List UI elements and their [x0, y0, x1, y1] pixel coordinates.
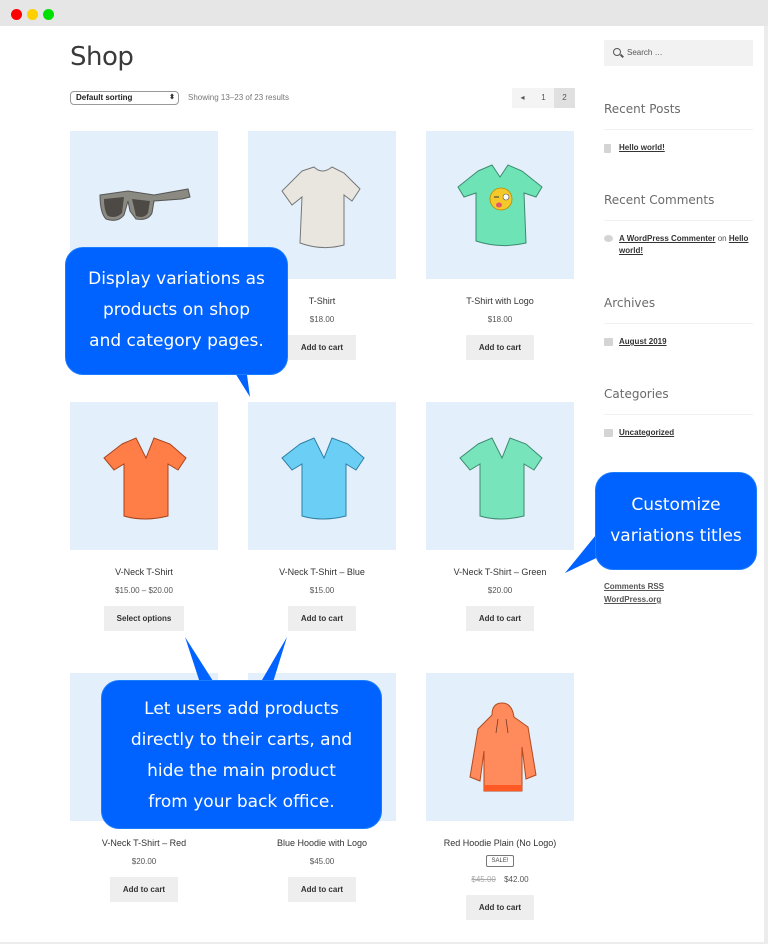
- vneck-tshirt-icon: [103, 437, 187, 520]
- callout-line: products on shop: [102, 300, 251, 320]
- pagination-prev-button[interactable]: ◂: [512, 88, 533, 108]
- product-image[interactable]: [248, 402, 396, 550]
- pagination: ◂ 1 2: [512, 88, 575, 108]
- meta-links: Comments RSS WordPress.org: [604, 582, 664, 608]
- product-price: $45.00 $42.00: [426, 875, 574, 884]
- wordpress-org-link[interactable]: WordPress.org: [604, 595, 664, 604]
- category-link[interactable]: Uncategorized: [619, 428, 674, 437]
- product-image[interactable]: [70, 402, 218, 550]
- callout-line: hide the main product: [147, 761, 336, 781]
- product-price: $20.00: [487, 586, 513, 595]
- original-price: $45.00: [471, 875, 496, 884]
- widget-title: Recent Comments: [604, 193, 753, 221]
- product-name[interactable]: Blue Hoodie with Logo: [248, 838, 396, 848]
- sorting-select[interactable]: Default sorting ⬍: [70, 91, 179, 105]
- hoodie-icon: [469, 702, 537, 792]
- add-to-cart-button[interactable]: Add to cart: [109, 877, 179, 902]
- search-input[interactable]: Search …: [604, 40, 753, 66]
- product-image[interactable]: [426, 402, 574, 550]
- product-card: T-Shirt with Logo $18.00 Add to cart: [426, 131, 574, 360]
- archive-link[interactable]: August 2019: [619, 337, 667, 346]
- maximize-window-button[interactable]: [43, 9, 54, 20]
- product-price: $18.00: [487, 315, 513, 324]
- sale-price: $42.00: [504, 875, 529, 884]
- add-to-cart-button[interactable]: Add to cart: [287, 877, 357, 902]
- product-name[interactable]: Red Hoodie Plain (No Logo): [426, 838, 574, 848]
- product-card: V-Neck T-Shirt – Green $20.00 Add to car…: [426, 402, 574, 631]
- widget-title: Archives: [604, 296, 753, 324]
- comment-connector: on: [717, 234, 727, 243]
- pagination-page-1[interactable]: 1: [533, 88, 554, 108]
- list-item: Hello world!: [604, 142, 753, 154]
- product-card: V-Neck T-Shirt – Blue $15.00 Add to cart: [248, 402, 396, 631]
- product-name[interactable]: V-Neck T-Shirt: [70, 567, 218, 577]
- tshirt-logo-icon: [457, 164, 543, 247]
- sorting-selected-value: Default sorting: [76, 93, 133, 102]
- close-window-button[interactable]: [11, 9, 22, 20]
- product-image[interactable]: [426, 131, 574, 279]
- add-to-cart-button[interactable]: Add to cart: [465, 335, 535, 360]
- product-name[interactable]: V-Neck T-Shirt – Green: [426, 567, 574, 577]
- callout-line: Customize: [631, 495, 721, 515]
- product-price: $15.00 – $20.00: [115, 586, 173, 595]
- document-icon: [604, 144, 611, 153]
- product-card: V-Neck T-Shirt $15.00 – $20.00 Select op…: [70, 402, 218, 631]
- folder-icon: [604, 429, 613, 437]
- sidebar: Search … Recent Posts Hello world! Recen…: [604, 40, 753, 604]
- page-title: Shop: [70, 42, 134, 72]
- result-count: Showing 13–23 of 23 results: [188, 93, 289, 102]
- callout-line: from your back office.: [148, 792, 335, 812]
- callout-customize-titles: Customize variations titles: [595, 472, 757, 570]
- comments-rss-link[interactable]: Comments RSS: [604, 582, 664, 591]
- list-item: August 2019: [604, 336, 753, 348]
- product-name[interactable]: V-Neck T-Shirt – Blue: [248, 567, 396, 577]
- select-arrows-icon: ⬍: [169, 94, 175, 101]
- sale-badge: SALE!: [486, 855, 514, 867]
- widget-categories: Categories Uncategorized: [604, 387, 753, 439]
- search-icon: [613, 48, 621, 56]
- widget-archives: Archives August 2019: [604, 296, 753, 348]
- callout-line: Let users add products: [144, 699, 339, 719]
- callout-line: and category pages.: [89, 331, 264, 351]
- product-image[interactable]: [426, 673, 574, 821]
- callout-display-variations: Display variations as products on shop a…: [65, 247, 288, 375]
- add-to-cart-button[interactable]: Add to cart: [287, 606, 357, 631]
- add-to-cart-button[interactable]: Add to cart: [465, 895, 535, 920]
- pagination-page-2[interactable]: 2: [554, 88, 575, 108]
- widget-recent-comments: Recent Comments A WordPress Commenter on…: [604, 193, 753, 257]
- search-placeholder: Search …: [627, 48, 663, 57]
- folder-open-icon: [604, 338, 613, 346]
- add-to-cart-button[interactable]: Add to cart: [465, 606, 535, 631]
- vneck-tshirt-icon: [459, 437, 543, 520]
- callout-line: variations titles: [610, 526, 742, 546]
- add-to-cart-button[interactable]: Add to cart: [287, 335, 357, 360]
- product-card: Red Hoodie Plain (No Logo) SALE! $45.00 …: [426, 673, 574, 920]
- window-titlebar: [0, 0, 768, 26]
- callout-line: Display variations as: [88, 269, 265, 289]
- product-name[interactable]: V-Neck T-Shirt – Red: [70, 838, 218, 848]
- product-price: $15.00: [309, 586, 335, 595]
- product-name[interactable]: T-Shirt with Logo: [426, 296, 574, 306]
- widget-title: Recent Posts: [604, 102, 753, 130]
- widget-title: Categories: [604, 387, 753, 415]
- chevron-left-icon: ◂: [520, 93, 525, 102]
- callout-line: directly to their carts, and: [130, 730, 353, 750]
- callout-add-to-cart: Let users add products directly to their…: [101, 680, 382, 829]
- minimize-window-button[interactable]: [27, 9, 38, 20]
- list-item: A WordPress Commenter on Hello world!: [604, 233, 753, 257]
- post-link[interactable]: Hello world!: [619, 143, 665, 152]
- comment-icon: [604, 235, 613, 242]
- widget-recent-posts: Recent Posts Hello world!: [604, 102, 753, 154]
- select-options-button[interactable]: Select options: [103, 606, 185, 631]
- product-price: $20.00: [131, 857, 157, 866]
- comment-author-link[interactable]: A WordPress Commenter: [619, 234, 715, 243]
- list-item: Uncategorized: [604, 427, 753, 439]
- product-price: $45.00: [309, 857, 335, 866]
- vneck-tshirt-icon: [281, 437, 365, 520]
